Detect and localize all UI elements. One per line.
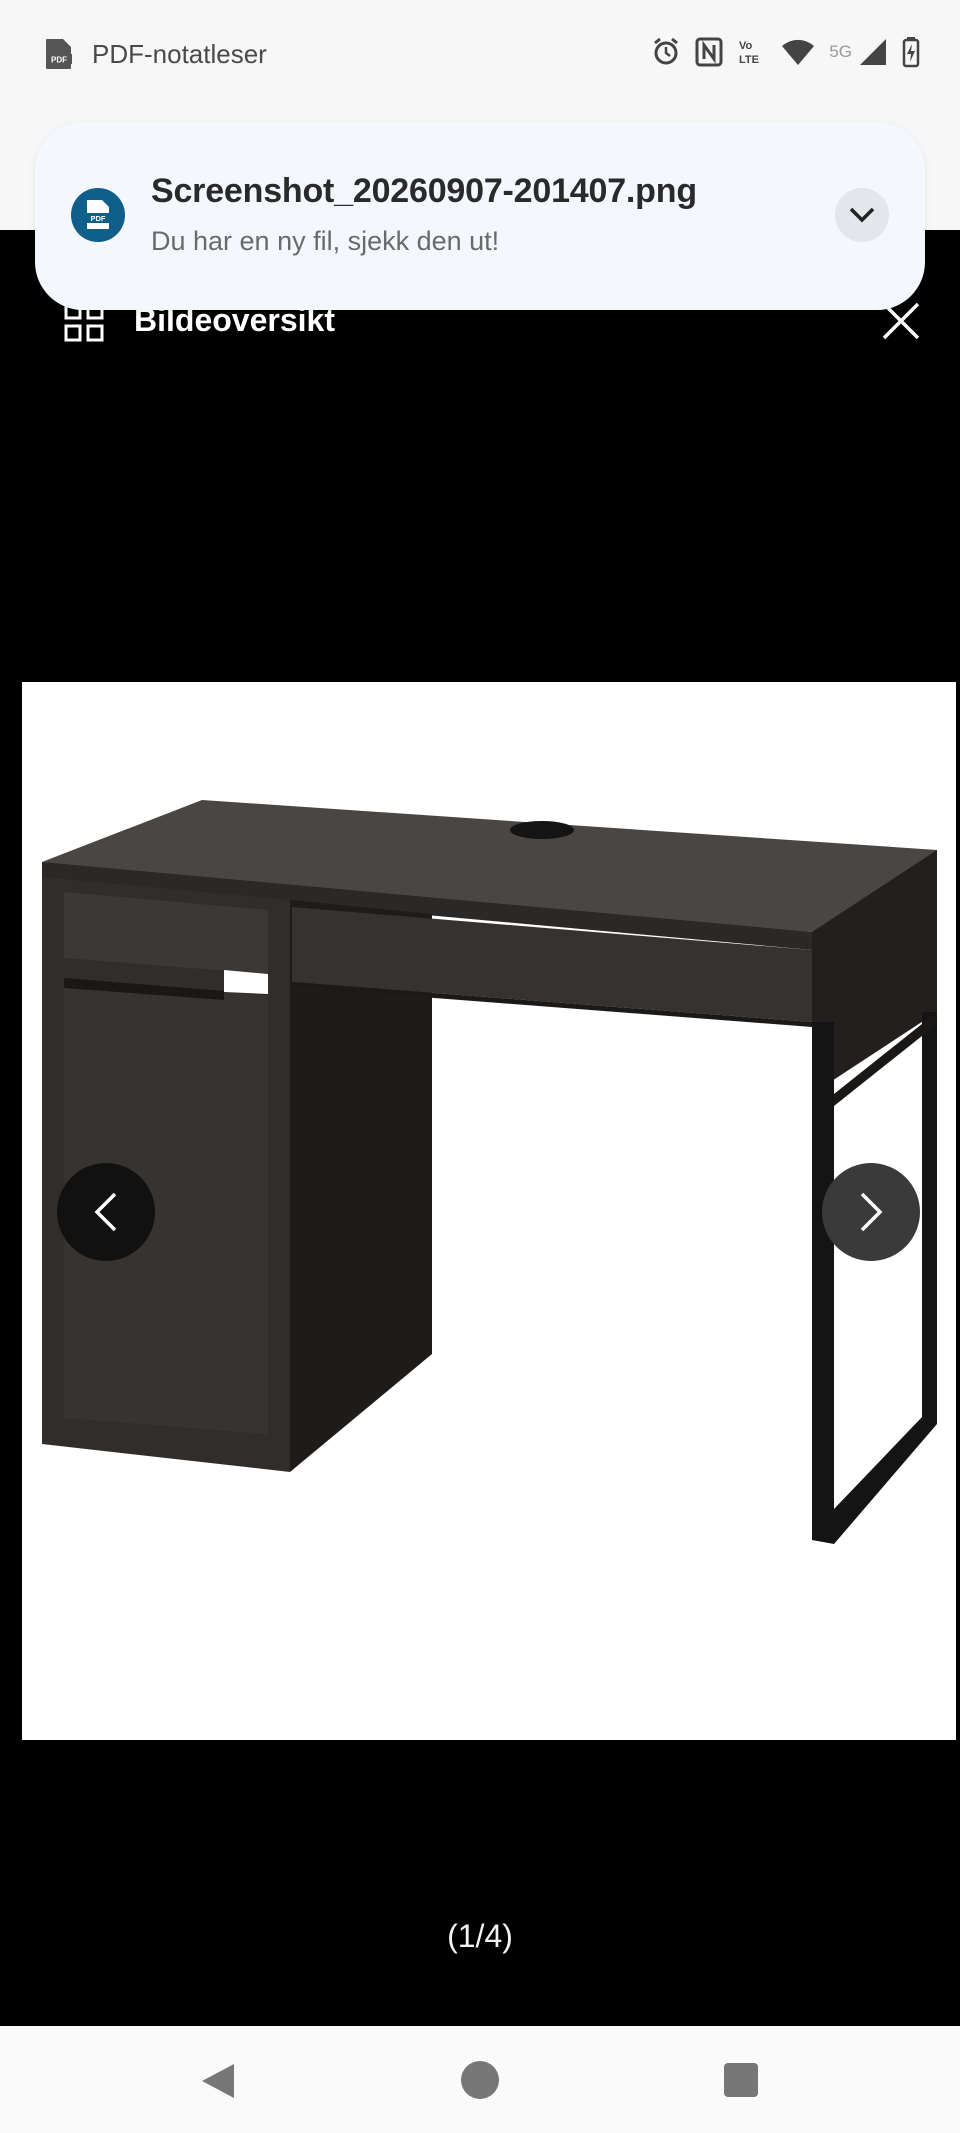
previous-image-button[interactable] <box>57 1163 155 1261</box>
desk-photo[interactable] <box>22 682 956 1740</box>
cell-signal-icon <box>860 39 886 65</box>
image-counter: (1/4) <box>447 1918 513 1954</box>
pdf-badge-icon: PDF <box>71 188 125 242</box>
svg-text:LTE: LTE <box>739 54 759 66</box>
chevron-right-icon <box>860 1192 883 1232</box>
svg-text:PDF: PDF <box>91 214 106 223</box>
svg-text:PDF: PDF <box>51 56 67 65</box>
back-triangle-icon[interactable] <box>200 2062 238 2100</box>
chevron-down-icon[interactable] <box>835 188 889 242</box>
battery-charging-icon <box>902 37 920 68</box>
alarm-icon <box>654 37 679 65</box>
recents-square-icon[interactable] <box>724 2063 758 2097</box>
pdf-file-icon: PDF <box>46 39 72 69</box>
svg-text:Vo: Vo <box>739 40 753 52</box>
status-app-name: PDF-notatleser <box>92 38 267 69</box>
file-notification[interactable]: PDF Screenshot_20260907-201407.png Du ha… <box>35 122 925 310</box>
volte-icon: Vo LTE <box>739 40 759 66</box>
system-nav-bar <box>0 2026 960 2133</box>
next-image-button[interactable] <box>822 1163 920 1261</box>
notification-subtitle: Du har en ny fil, sjekk den ut! <box>151 226 500 256</box>
home-circle-icon[interactable] <box>461 2061 499 2099</box>
nfc-icon <box>695 37 723 67</box>
notification-title: Screenshot_20260907-201407.png <box>151 172 697 210</box>
chevron-left-icon <box>94 1192 117 1232</box>
wifi-icon <box>782 39 815 65</box>
network-type-label: 5G <box>829 42 852 61</box>
